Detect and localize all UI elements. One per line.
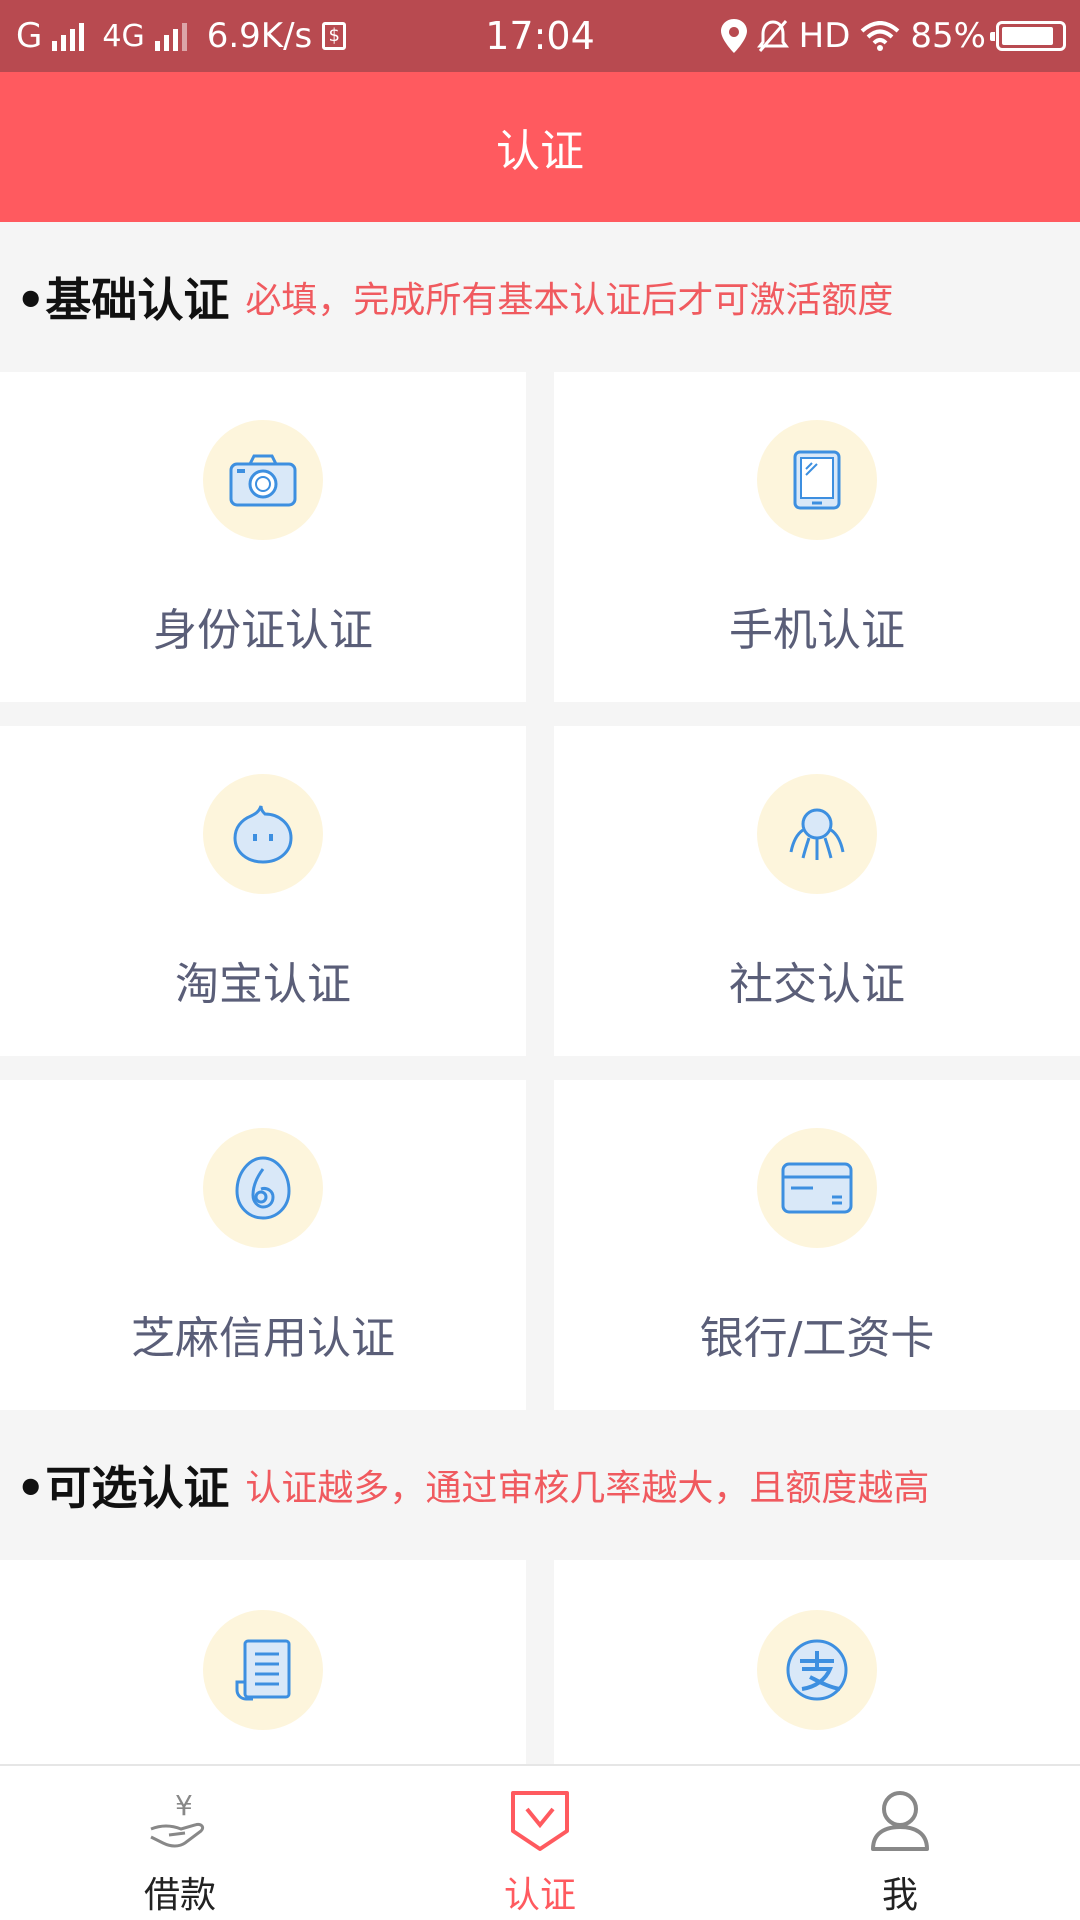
nav-item-profile[interactable]: 我 [720,1766,1080,1920]
optional-section-header: •可选认证 认证越多，通过审核几率越大，且额度越高 [0,1410,1080,1560]
card-label: 淘宝认证 [175,959,351,1010]
loan-icon: ¥ [140,1780,220,1860]
battery-percent: 85% [910,16,986,56]
camera-icon [203,420,323,540]
optional-section-title: •可选认证 [16,1461,230,1515]
nav-label: 借款 [143,1875,216,1916]
nav-label: 我 [881,1875,918,1916]
card-social-verification[interactable]: 社交认证 [554,726,1080,1056]
social-icon [757,774,877,894]
hd-label: HD [798,16,851,56]
basic-section-note: 必填，完成所有基本认证后才可激活额度 [245,280,894,321]
page-title-bar: 认证 [0,72,1080,222]
sesame-icon [203,1128,323,1248]
basic-section-title: •基础认证 [16,273,230,327]
card-label: 手机认证 [729,605,905,656]
card-phone-verification[interactable]: 手机认证 [554,372,1080,702]
location-icon [720,19,747,53]
nav-item-loan[interactable]: ¥ 借款 [0,1766,360,1920]
card-sesame-credit-verification[interactable]: 芝麻信用认证 [0,1080,526,1410]
basic-section-header: •基础认证 必填，完成所有基本认证后才可激活额度 [0,222,1080,372]
battery-icon [990,21,1066,51]
card-id-verification[interactable]: 身份证认证 [0,372,526,702]
document-icon [203,1610,323,1730]
bottom-nav: ¥ 借款 认证 我 [0,1764,1080,1920]
nav-item-verify[interactable]: 认证 [360,1766,720,1920]
card-taobao-verification[interactable]: 淘宝认证 [0,726,526,1056]
phone-icon [757,420,877,540]
taobao-icon [203,774,323,894]
profile-icon [860,1780,940,1860]
alipay-icon [757,1610,877,1730]
verify-icon [500,1780,580,1860]
status-right: HD 85% [720,0,1066,72]
card-label: 银行/工资卡 [699,1313,935,1364]
mute-bell-icon [756,20,789,52]
bank-card-icon [757,1128,877,1248]
nav-label: 认证 [503,1875,576,1916]
card-optional-document[interactable] [0,1560,526,1764]
wifi-icon [861,21,900,51]
page-title: 认证 [496,126,584,177]
svg-text:¥: ¥ [175,1789,193,1822]
card-bank-card-verification[interactable]: 银行/工资卡 [554,1080,1080,1410]
optional-section-note: 认证越多，通过审核几率越大，且额度越高 [245,1468,930,1509]
card-optional-alipay[interactable] [554,1560,1080,1764]
card-label: 身份证认证 [153,605,373,656]
status-bar: G 4G 6.9K/s $ 17:04 HD 85% [0,0,1080,72]
card-label: 社交认证 [729,959,905,1010]
card-label: 芝麻信用认证 [131,1313,395,1364]
